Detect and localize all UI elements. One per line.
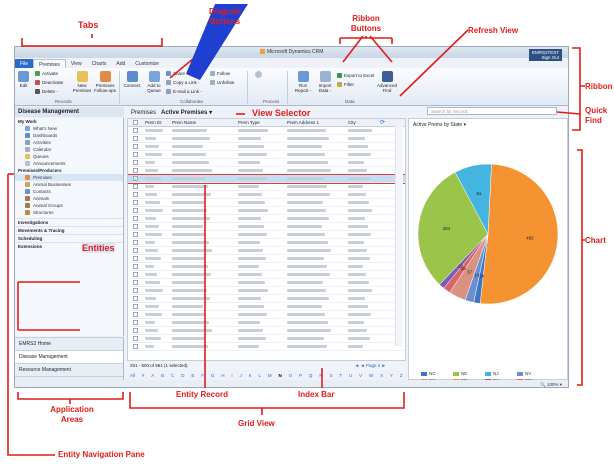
ribbon-buttons-pointers [342,35,393,63]
tabs-callout: Tabs [78,20,99,30]
chart-bracket [577,149,585,386]
view-selector-callout: View Selector [252,108,311,118]
quick-find-callout: Quick Find [585,106,608,125]
entity-navigation-pane-callout: Entity Navigation Pane [58,450,145,459]
tabs-bracket [21,38,163,47]
ribbon-buttons-callout: Ribbon Buttons [350,14,382,33]
diagram-buttons-callout: Diagram Buttons [208,7,241,26]
ribbon-callout: Ribbon [585,82,613,91]
entities-bracket [17,281,80,331]
index-bar-callout: Index Bar [298,390,335,399]
quick-find-pointer [556,111,581,115]
refresh-view-pointer [399,29,469,97]
chart-callout: Chart [585,236,606,245]
refresh-view-callout: Refresh View [468,26,519,35]
areas-bracket [17,392,124,404]
application-areas-callout: Application Areas [50,405,94,424]
grid-view-callout: Grid View [238,419,275,428]
grid-view-bracket [129,392,405,415]
ribbon-bracket [572,47,585,131]
entities-callout: Entities [82,243,115,253]
entity-record-callout: Entity Record [176,390,229,399]
ribbon-buttons-bracket [339,36,393,44]
